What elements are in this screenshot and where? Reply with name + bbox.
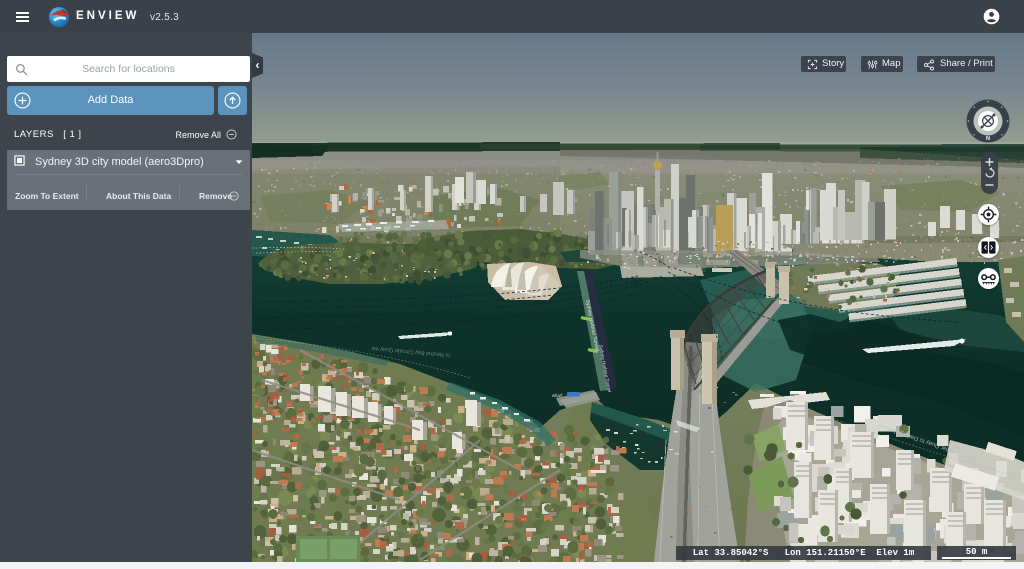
svg-text:N: N <box>986 136 990 142</box>
svg-text:wharf: wharf <box>552 393 563 398</box>
